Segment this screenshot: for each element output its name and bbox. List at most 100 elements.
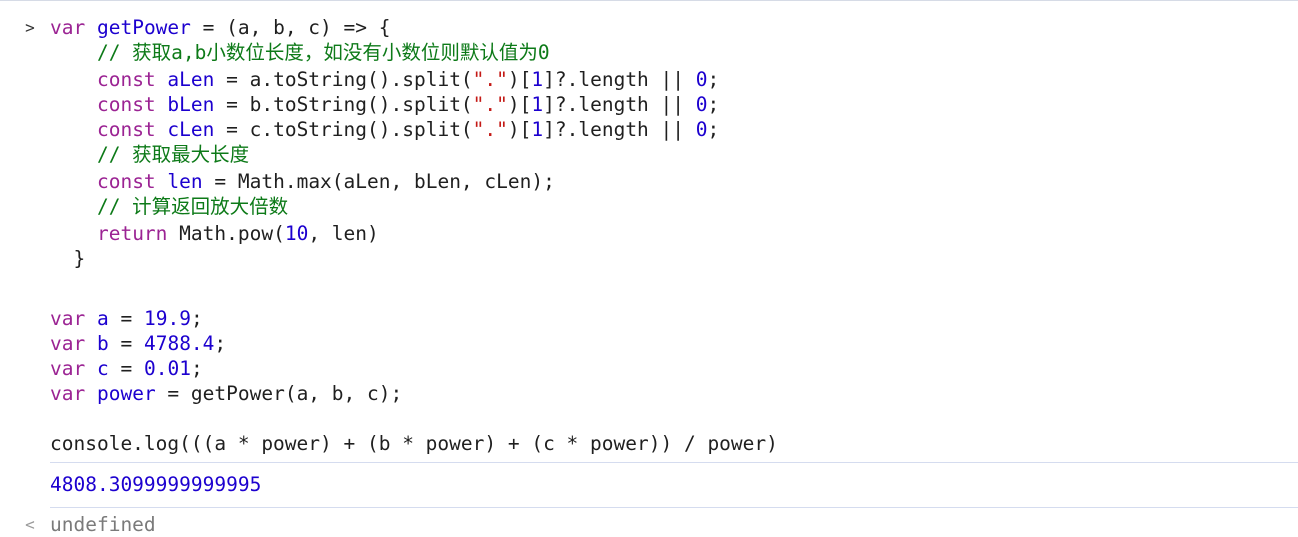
output-return-chevron-icon: < — [25, 515, 35, 534]
return-separator — [50, 507, 1298, 508]
code-token-plain: = b.toString().split( — [214, 93, 473, 116]
code-token-str: "." — [472, 93, 508, 116]
code-token-plain: = Math.max(aLen, bLen, cLen); — [202, 170, 555, 193]
code-token-kw: var — [50, 307, 86, 330]
code-token-plain: )[ — [507, 93, 532, 116]
code-line: var b = 4788.4; — [50, 331, 402, 356]
code-token-num: 0 — [695, 118, 708, 141]
code-token-kw: const — [96, 170, 156, 193]
code-line: } — [50, 246, 719, 271]
code-token-plain: = (a, b, c) => { — [190, 16, 391, 39]
code-token-num: 0 — [695, 68, 708, 91]
console-log-entry[interactable]: console.log(((a * power) + (b * power) +… — [0, 431, 1298, 456]
code-token-id: bLen — [167, 93, 215, 116]
console-log-line: console.log(((a * power) + (b * power) +… — [50, 432, 778, 455]
code-line: var a = 19.9; — [50, 306, 402, 331]
code-line: // 获取最大长度 — [50, 142, 719, 169]
code-token-id: c — [96, 357, 109, 380]
code-token-plain: = c.toString().split( — [214, 118, 473, 141]
code-line: const aLen = a.toString().split(".")[1]?… — [50, 67, 719, 92]
code-token-plain: ; — [214, 332, 227, 355]
code-line: const len = Math.max(aLen, bLen, cLen); — [50, 169, 719, 194]
code-token-num: 0.01 — [143, 357, 191, 380]
code-token-cm: // 获取最大长度 — [50, 143, 250, 166]
code-token-num: 0 — [695, 93, 708, 116]
output-separator — [50, 462, 1298, 463]
code-line: var getPower = (a, b, c) => { — [50, 15, 719, 40]
code-token-plain: = — [108, 357, 144, 380]
code-line: // 计算返回放大倍数 — [50, 194, 719, 221]
code-token-kw: var — [50, 382, 86, 405]
code-token-plain: = getPower(a, b, c); — [155, 382, 403, 405]
code-token-plain: )[ — [507, 118, 532, 141]
code-token-num: 4788.4 — [143, 332, 215, 355]
console-var-entry[interactable]: var a = 19.9; var b = 4788.4; var c = 0.01… — [0, 306, 1298, 406]
code-token-kw: const — [96, 118, 156, 141]
code-token-id: a — [96, 307, 109, 330]
code-token-plain: = a.toString().split( — [214, 68, 473, 91]
code-token-plain: Math.pow( — [167, 222, 285, 245]
code-token-cm: // 计算返回放大倍数 — [50, 195, 289, 218]
code-token-plain: } — [50, 247, 86, 270]
function-code-block: var getPower = (a, b, c) => { // 获取a,b小数… — [50, 15, 719, 271]
code-token-id: cLen — [167, 118, 215, 141]
code-token-plain: ]?.length || — [543, 118, 696, 141]
code-line: return Math.pow(10, len) — [50, 221, 719, 246]
code-token-plain: = — [108, 307, 144, 330]
return-value-undefined: undefined — [50, 513, 156, 536]
code-token-plain: , len) — [308, 222, 379, 245]
code-token-id: len — [167, 170, 203, 193]
code-token-kw: return — [96, 222, 168, 245]
code-line: var power = getPower(a, b, c); — [50, 381, 402, 406]
code-token-num: 19.9 — [143, 307, 191, 330]
code-token-plain: ]?.length || — [543, 68, 696, 91]
code-token-str: "." — [472, 68, 508, 91]
code-token-kw: var — [50, 16, 86, 39]
code-token-id: power — [96, 382, 156, 405]
log-output-value: 4808.3099999999995 — [50, 473, 262, 496]
code-line: // 获取a,b小数位长度，如没有小数位则默认值为0 — [50, 40, 719, 67]
code-token-id: getPower — [96, 16, 191, 39]
code-token-num: 1 — [531, 68, 544, 91]
console-input-entry[interactable]: > var getPower = (a, b, c) => { // 获取a,b… — [0, 15, 1298, 285]
code-line: const bLen = b.toString().split(".")[1]?… — [50, 92, 719, 117]
code-token-num: 1 — [531, 118, 544, 141]
code-token-plain: = — [108, 332, 144, 355]
code-token-plain: )[ — [507, 68, 532, 91]
code-token-plain: ; — [190, 307, 203, 330]
code-token-plain: ; — [707, 68, 720, 91]
input-prompt-chevron-icon: > — [25, 18, 35, 37]
console-top-border — [0, 0, 1298, 1]
code-token-kw: var — [50, 357, 86, 380]
variable-code-block: var a = 19.9; var b = 4788.4; var c = 0.01… — [50, 306, 402, 406]
code-token-cm: // 获取a,b小数位长度，如没有小数位则默认值为0 — [50, 41, 550, 64]
code-token-kw: const — [96, 93, 156, 116]
code-token-plain: ; — [707, 93, 720, 116]
code-token-plain: ]?.length || — [543, 93, 696, 116]
code-token-kw: const — [96, 68, 156, 91]
code-token-num: 10 — [284, 222, 309, 245]
code-token-id: aLen — [167, 68, 215, 91]
code-token-num: 1 — [531, 93, 544, 116]
code-token-plain: ; — [190, 357, 203, 380]
code-token-str: "." — [472, 118, 508, 141]
code-line: var c = 0.01; — [50, 356, 402, 381]
code-line: const cLen = c.toString().split(".")[1]?… — [50, 117, 719, 142]
code-token-id: b — [96, 332, 109, 355]
code-token-kw: var — [50, 332, 86, 355]
code-token-plain: ; — [707, 118, 720, 141]
